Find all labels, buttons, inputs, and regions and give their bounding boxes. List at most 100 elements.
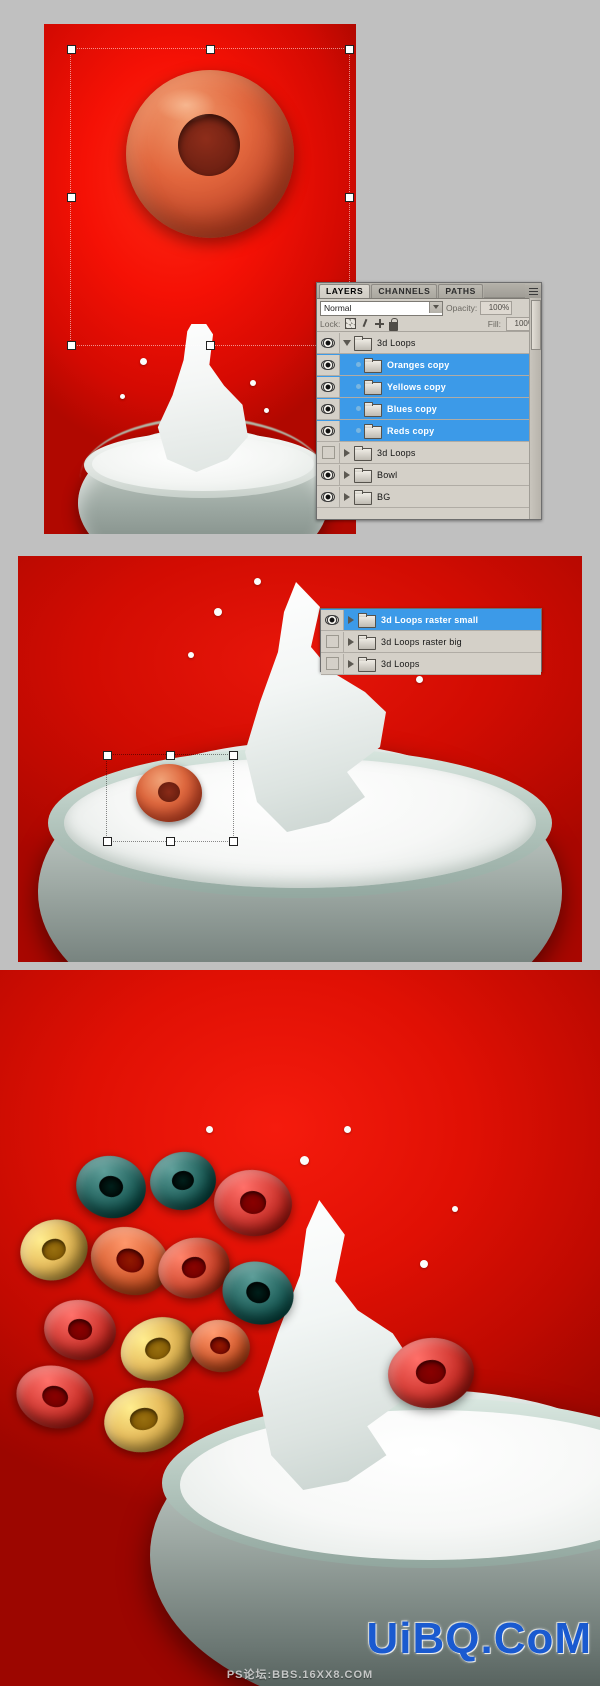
eye-visible-icon[interactable] xyxy=(317,354,340,375)
transform-handle-bc[interactable] xyxy=(206,341,215,350)
panel-tab-bar[interactable]: LAYERS CHANNELS PATHS xyxy=(317,283,541,299)
eye-hidden-icon[interactable] xyxy=(321,631,344,652)
scrollbar-thumb[interactable] xyxy=(531,300,541,350)
layer-name: Reds copy xyxy=(387,425,435,436)
screenshot-step-2: 3d Loops raster small 3d Loops raster big… xyxy=(0,556,600,962)
layer-row[interactable]: 3d Loops xyxy=(317,442,541,464)
chevron-right-icon[interactable] xyxy=(340,492,354,501)
tab-channels[interactable]: CHANNELS xyxy=(371,284,438,298)
milk-droplet xyxy=(300,1156,309,1165)
transform-handle-bc[interactable] xyxy=(166,837,175,846)
transform-handle-tc[interactable] xyxy=(206,45,215,54)
milk-droplet xyxy=(206,1126,213,1133)
layer-row[interactable]: BG xyxy=(317,486,541,508)
link-dot-icon xyxy=(352,428,364,433)
milk-droplet xyxy=(188,652,194,658)
layers-list[interactable]: 3d Loops Oranges copy Yellows copy Blues co… xyxy=(317,332,541,512)
fruit-loop xyxy=(70,1149,152,1225)
folder-icon xyxy=(354,468,372,483)
chevron-down-icon[interactable] xyxy=(429,301,442,313)
eye-visible-icon[interactable] xyxy=(317,332,340,353)
transform-handle-tc[interactable] xyxy=(166,751,175,760)
layer-row[interactable]: 3d Loops raster small xyxy=(321,609,541,631)
layer-name: 3d Loops raster small xyxy=(381,614,479,625)
photoshop-canvas-step-1[interactable] xyxy=(44,24,356,534)
fruit-loop xyxy=(146,1147,220,1215)
layers-panel[interactable]: 3d Loops raster small 3d Loops raster big… xyxy=(320,608,542,675)
milk-droplet xyxy=(254,578,261,585)
layers-list[interactable]: 3d Loops raster small 3d Loops raster big… xyxy=(321,609,541,675)
blend-mode-row[interactable]: Normal Opacity: 100% xyxy=(317,299,541,316)
milk-droplet xyxy=(344,1126,351,1133)
milk-splash xyxy=(157,324,248,472)
transform-handle-tr[interactable] xyxy=(345,45,354,54)
tab-layers[interactable]: LAYERS xyxy=(319,284,371,298)
layer-row[interactable]: Oranges copy xyxy=(317,354,541,376)
eye-visible-icon[interactable] xyxy=(317,486,340,507)
fruit-loop-hole xyxy=(128,1406,160,1433)
layer-name: Bowl xyxy=(377,469,398,480)
eye-visible-icon[interactable] xyxy=(317,464,340,485)
transform-handle-bl[interactable] xyxy=(67,341,76,350)
lock-position-icon[interactable] xyxy=(375,319,385,328)
layer-row[interactable]: Bowl xyxy=(317,464,541,486)
milk-droplet xyxy=(250,380,256,386)
chevron-right-icon[interactable] xyxy=(344,637,358,646)
fruit-loop-hole xyxy=(208,1334,232,1356)
lock-row[interactable]: Lock: Fill: 100% xyxy=(317,316,541,332)
layer-name: Yellows copy xyxy=(387,381,446,392)
opacity-input[interactable]: 100% xyxy=(480,301,513,315)
layers-scrollbar[interactable] xyxy=(529,298,541,519)
blend-mode-select[interactable]: Normal xyxy=(320,300,443,316)
transform-handle-mr[interactable] xyxy=(345,193,354,202)
lock-image-pixels-icon[interactable] xyxy=(361,319,370,328)
lock-all-icon[interactable] xyxy=(389,318,399,331)
chevron-right-icon[interactable] xyxy=(340,470,354,479)
eye-visible-icon[interactable] xyxy=(317,398,340,419)
transform-handle-bl[interactable] xyxy=(103,837,112,846)
transform-handle-ml[interactable] xyxy=(67,193,76,202)
folder-icon xyxy=(364,358,382,373)
fruit-loop xyxy=(9,1357,101,1437)
fruit-loop xyxy=(40,1295,120,1365)
layer-row[interactable]: 3d Loops xyxy=(317,332,541,354)
transform-handle-tl[interactable] xyxy=(67,45,76,54)
eyeball-shape xyxy=(321,359,335,370)
eyeball-shape xyxy=(321,446,335,459)
transform-handle-br[interactable] xyxy=(229,837,238,846)
eyeball-shape xyxy=(325,635,339,648)
eye-hidden-icon[interactable] xyxy=(321,653,344,674)
chevron-right-icon[interactable] xyxy=(340,448,354,457)
layer-row[interactable]: Reds copy xyxy=(317,420,541,442)
milk-droplet xyxy=(214,608,222,616)
fruit-loop-hole xyxy=(97,1173,125,1200)
photoshop-canvas-step-3[interactable] xyxy=(0,970,600,1686)
layer-row[interactable]: 3d Loops raster big xyxy=(321,631,541,653)
eye-visible-icon[interactable] xyxy=(317,420,340,441)
transform-selection-box[interactable] xyxy=(106,754,234,842)
panel-menu-icon[interactable] xyxy=(525,285,541,298)
chevron-right-icon[interactable] xyxy=(344,615,358,624)
transform-handle-tr[interactable] xyxy=(229,751,238,760)
tab-paths[interactable]: PATHS xyxy=(438,284,483,298)
milk-droplet xyxy=(264,408,269,413)
eye-visible-icon[interactable] xyxy=(321,609,344,630)
layer-row[interactable]: Blues copy xyxy=(317,398,541,420)
chevron-right-icon[interactable] xyxy=(344,659,358,668)
layer-row[interactable]: 3d Loops xyxy=(321,653,541,675)
eye-visible-icon[interactable] xyxy=(317,376,340,397)
folder-icon xyxy=(358,635,376,650)
lock-icon-group[interactable] xyxy=(345,318,399,331)
eye-hidden-icon[interactable] xyxy=(317,442,340,463)
layer-row[interactable]: Yellows copy xyxy=(317,376,541,398)
fruit-loop-hole xyxy=(243,1278,274,1307)
transform-selection-box[interactable] xyxy=(70,48,350,346)
eyeball-shape xyxy=(325,657,339,670)
lock-transparent-pixels-icon[interactable] xyxy=(345,318,357,329)
transform-handle-tl[interactable] xyxy=(103,751,112,760)
layers-panel[interactable]: LAYERS CHANNELS PATHS Normal Opacity: 10… xyxy=(316,282,542,520)
chevron-down-icon[interactable] xyxy=(340,339,354,346)
milk-droplet xyxy=(140,358,147,365)
screenshot-step-1: LAYERS CHANNELS PATHS Normal Opacity: 10… xyxy=(0,0,600,548)
eyeball-shape xyxy=(321,491,335,502)
